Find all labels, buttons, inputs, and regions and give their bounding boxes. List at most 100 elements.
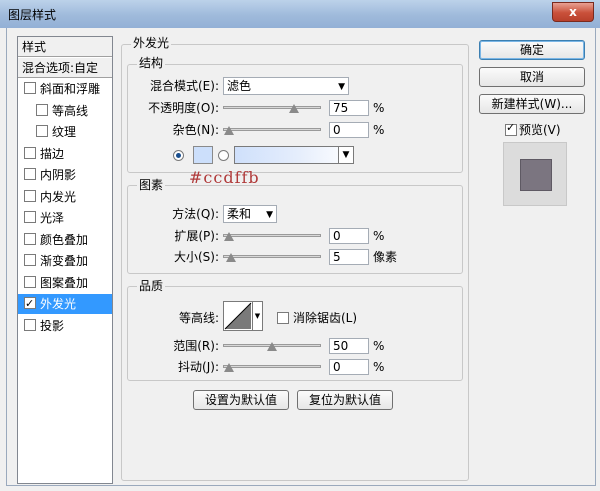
opacity-input[interactable]: 75 (329, 100, 369, 116)
spread-input[interactable]: 0 (329, 228, 369, 244)
style-item-label: 投影 (40, 318, 65, 333)
close-button[interactable]: x (552, 2, 594, 22)
blend-options-label: 混合选项:自定 (22, 61, 99, 75)
make-default-button[interactable]: 设置为默认值 (193, 390, 289, 410)
style-item[interactable]: 外发光 (18, 294, 112, 314)
style-item-checkbox[interactable] (24, 318, 36, 331)
preview-checkbox[interactable] (505, 121, 517, 136)
range-label: 范围(R): (173, 339, 219, 353)
style-item-label: 外发光 (40, 297, 77, 311)
spread-slider-thumb[interactable] (224, 232, 234, 241)
size-slider[interactable] (223, 250, 321, 264)
gradient-dropdown-chevron-down-icon[interactable]: ▼ (338, 147, 353, 163)
layer-style-dialog: 图层样式 x 样式 混合选项:自定 斜面和浮雕等高线纹理描边内阴影内发光光泽颜色… (0, 0, 600, 491)
technique-label: 方法(Q): (172, 207, 219, 221)
style-item-checkbox[interactable] (24, 211, 36, 223)
spread-percent: % (373, 229, 385, 243)
style-item-checkbox[interactable] (36, 103, 48, 116)
range-input[interactable]: 50 (329, 338, 369, 354)
spread-slider[interactable] (223, 229, 321, 243)
style-item[interactable]: 描边 (18, 144, 112, 164)
noise-slider-thumb[interactable] (224, 126, 234, 135)
style-list: 样式 混合选项:自定 斜面和浮雕等高线纹理描边内阴影内发光光泽颜色叠加渐变叠加图… (17, 36, 113, 484)
style-item[interactable]: 内阴影 (18, 165, 112, 185)
jitter-slider[interactable] (223, 360, 321, 374)
blend-mode-value: 滤色 (227, 79, 252, 93)
noise-slider-track (223, 128, 321, 131)
technique-select[interactable]: 柔和 ▼ (223, 205, 277, 223)
style-item-checkbox[interactable] (24, 232, 36, 245)
jitter-input-value: 0 (333, 360, 341, 374)
cancel-button[interactable]: 取消 (479, 67, 585, 87)
preview-label: 预览(V) (519, 123, 561, 137)
size-slider-thumb[interactable] (225, 253, 236, 262)
style-item[interactable]: 光泽 (18, 208, 112, 228)
style-item-checkbox[interactable] (24, 168, 36, 180)
range-slider[interactable] (223, 339, 321, 353)
style-item[interactable]: 内发光 (18, 187, 112, 207)
noise-input[interactable]: 0 (329, 122, 369, 138)
reset-default-button[interactable]: 复位为默认值 (297, 390, 393, 410)
style-item-checkbox[interactable] (24, 82, 36, 94)
noise-slider[interactable] (223, 123, 321, 137)
style-item[interactable]: 纹理 (18, 122, 112, 142)
blend-mode-select[interactable]: 滤色 ▼ (223, 77, 349, 95)
opacity-slider-track (223, 106, 321, 109)
blend-options-item[interactable]: 混合选项:自定 (18, 58, 112, 78)
structure-title: 结构 (137, 56, 166, 70)
opacity-input-value: 75 (333, 101, 349, 115)
style-item-label: 颜色叠加 (40, 232, 89, 247)
contour-picker[interactable]: ▼ (223, 301, 263, 331)
style-item-checkbox[interactable] (24, 275, 36, 288)
spread-input-value: 0 (333, 229, 341, 243)
noise-input-value: 0 (333, 123, 341, 137)
technique-value: 柔和 (227, 207, 252, 221)
contour-chevron-down-icon[interactable]: ▼ (252, 302, 262, 330)
dialog-client: 样式 混合选项:自定 斜面和浮雕 等高线 纹理 描边 内阴影 内发光 光泽 颜色叠加 渐变叠加图… (6, 28, 596, 486)
window-title: 图层样式 (8, 8, 57, 22)
title-bar[interactable]: 图层样式 x (0, 0, 600, 28)
gradient-picker[interactable]: ▼ (234, 146, 354, 164)
size-label: 大小(S): (173, 250, 219, 264)
ok-button[interactable]: 确定 (479, 40, 585, 60)
jitter-percent: % (373, 360, 385, 374)
style-item-checkbox[interactable] (24, 189, 36, 202)
style-item[interactable]: 图案叠加 (18, 273, 112, 293)
jitter-slider-thumb[interactable] (224, 363, 234, 372)
range-slider-thumb[interactable] (267, 342, 277, 351)
jitter-input[interactable]: 0 (329, 359, 369, 375)
gradient-radio[interactable] (218, 150, 229, 161)
solid-color-radio[interactable] (173, 150, 184, 161)
opacity-slider[interactable] (223, 101, 321, 115)
noise-percent: % (373, 123, 385, 137)
chevron-down-icon: ▼ (338, 82, 345, 92)
style-item-checkbox[interactable] (24, 254, 36, 266)
style-item-label: 斜面和浮雕 (40, 82, 101, 96)
style-item-label: 内阴影 (40, 168, 77, 182)
style-item-checkbox[interactable] (36, 125, 48, 137)
new-style-button[interactable]: 新建样式(W)... (479, 94, 585, 114)
style-item[interactable]: 颜色叠加 (18, 230, 112, 250)
style-item-label: 等高线 (52, 103, 89, 118)
style-item-label: 光泽 (40, 211, 65, 225)
spread-label: 扩展(P): (174, 229, 219, 243)
chevron-down-icon: ▼ (266, 210, 273, 220)
preview-swatch (520, 159, 552, 191)
style-item-checkbox[interactable] (24, 146, 36, 159)
glow-color-swatch[interactable] (193, 146, 213, 164)
style-list-header[interactable]: 样式 (18, 37, 112, 57)
style-item[interactable]: 斜面和浮雕 (18, 79, 112, 99)
opacity-slider-thumb[interactable] (288, 104, 299, 113)
size-slider-track (223, 255, 321, 258)
size-input[interactable]: 5 (329, 249, 369, 265)
antialias-checkbox[interactable] (277, 312, 289, 324)
outer-glow-title: 外发光 (131, 36, 172, 50)
antialias-label: 消除锯齿(L) (293, 311, 358, 325)
style-item-label: 描边 (40, 146, 65, 161)
style-item[interactable]: 渐变叠加 (18, 251, 112, 271)
style-item-checkbox[interactable] (24, 294, 36, 314)
style-item[interactable]: 投影 (18, 316, 112, 336)
elements-title: 图素 (137, 178, 166, 192)
style-item[interactable]: 等高线 (18, 101, 112, 121)
jitter-label: 抖动(J): (178, 360, 219, 374)
